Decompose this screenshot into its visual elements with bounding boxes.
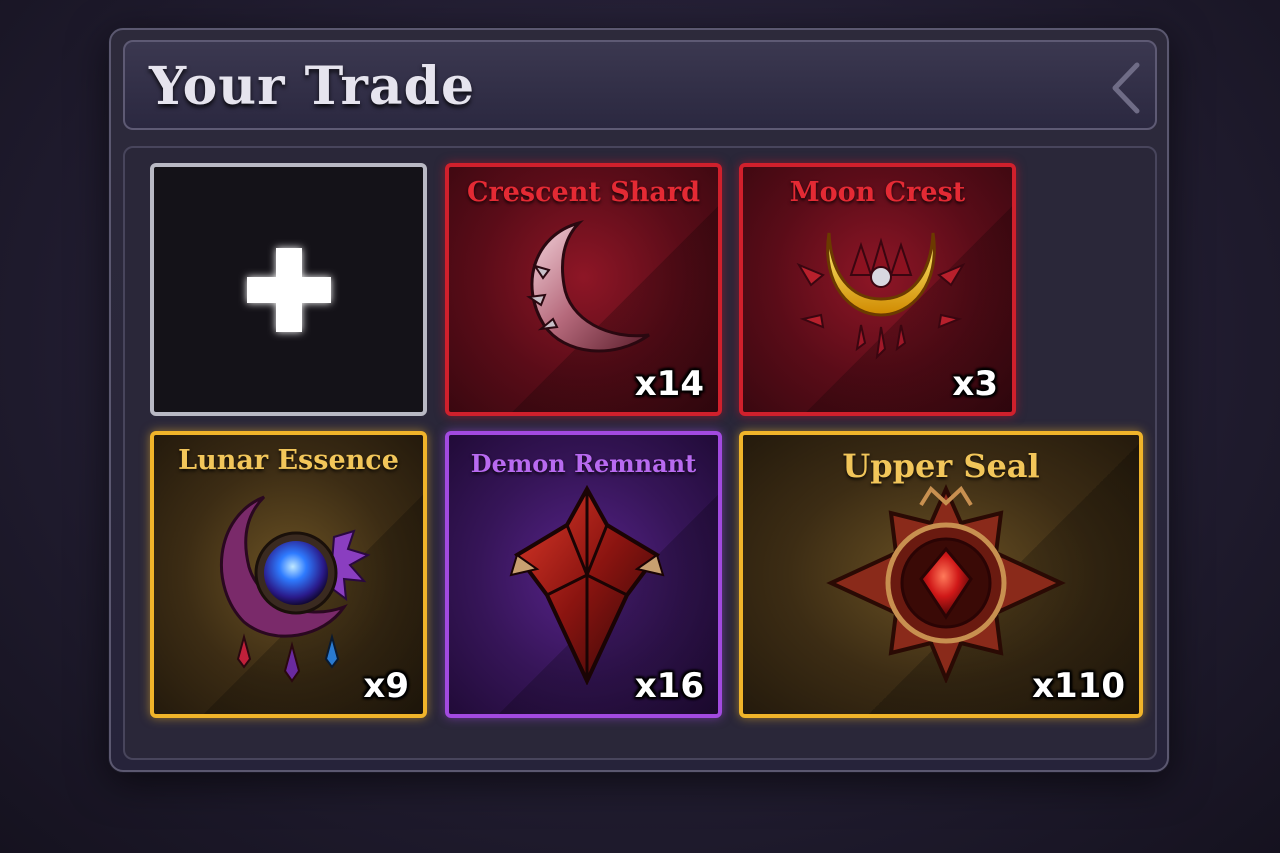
item-slot-lunar-essence[interactable]: Lunar Essence x9	[150, 431, 427, 718]
lunar-orb-icon	[219, 495, 371, 683]
add-item-slot[interactable]	[150, 163, 427, 416]
trade-panel: Your Trade Crescent Shard x14 Moon Crest…	[109, 28, 1169, 772]
moon-crest-icon	[796, 232, 966, 360]
item-name: Demon Remnant	[470, 449, 697, 478]
item-slot-upper-seal[interactable]: Upper Seal x110	[739, 431, 1143, 718]
item-quantity: x110	[1032, 666, 1125, 706]
trade-slots-grid: Crescent Shard x14 Moon Crest x3 Lunar E…	[123, 146, 1157, 760]
plus-icon	[246, 247, 331, 332]
item-quantity: x16	[634, 666, 704, 706]
seal-emblem-icon	[826, 484, 1066, 683]
chevron-left-icon	[1112, 62, 1140, 114]
item-name: Lunar Essence	[178, 445, 399, 476]
demon-crystal-icon	[509, 485, 665, 685]
item-quantity: x9	[363, 666, 409, 706]
item-quantity: x14	[634, 364, 704, 404]
item-quantity: x3	[952, 364, 998, 404]
item-name: Upper Seal	[842, 447, 1040, 485]
item-slot-demon-remnant[interactable]: Demon Remnant x16	[445, 431, 722, 718]
back-button[interactable]	[1107, 62, 1143, 114]
item-slot-moon-crest[interactable]: Moon Crest x3	[739, 163, 1016, 416]
item-name: Moon Crest	[789, 177, 966, 208]
panel-title: Your Trade	[149, 56, 476, 117]
item-slot-crescent-shard[interactable]: Crescent Shard x14	[445, 163, 722, 416]
panel-header: Your Trade	[123, 40, 1157, 130]
item-name: Crescent Shard	[467, 177, 700, 208]
crescent-blade-icon	[526, 220, 650, 353]
